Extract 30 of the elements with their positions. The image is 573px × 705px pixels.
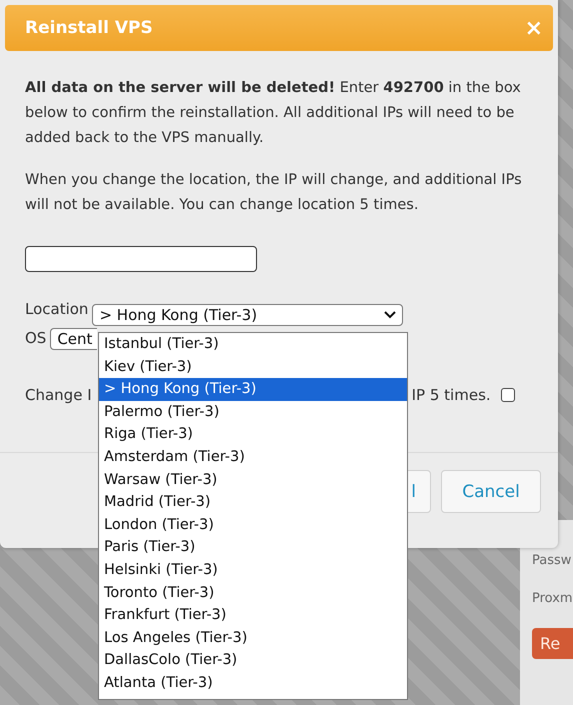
- os-select[interactable]: Cent: [50, 328, 98, 350]
- chevron-icon: [384, 311, 396, 319]
- input-field[interactable]: [25, 246, 257, 272]
- location-select[interactable]: > Hong Kong (Tier-3): [92, 304, 404, 326]
- dropdown-option[interactable]: Madrid (Tier-3): [99, 491, 407, 514]
- dropdown-option[interactable]: Amsterdam (Tier-3): [99, 446, 407, 469]
- instruction-text: All data on the server will be deleted! Enter 492700 in the box below to confirm the reinstallation. All additional IPs will need to be added back to the VPS manually.: [25, 79, 522, 148]
- dropdown-option[interactable]: Frankfurt (Tier-3): [99, 604, 407, 627]
- dropdown-option[interactable]: Warsaw (Tier-3): [99, 468, 407, 492]
- dropdown-option[interactable]: Kiev (Tier-3): [99, 356, 407, 378]
- option-label: Change I: [25, 386, 92, 404]
- dropdown-option[interactable]: Helsinki (Tier-3): [99, 558, 407, 582]
- dropdown-option[interactable]: Riga (Tier-3): [99, 423, 407, 446]
- instruction-text: When you change the location, the IP will change, and additional IPs will not be available. You can change location 5 times.: [25, 171, 523, 215]
- dropdown-option[interactable]: London (Tier-3): [99, 514, 407, 536]
- field-label: Proxm: [532, 590, 573, 608]
- dropdown-option[interactable]: Paris (Tier-3): [99, 536, 407, 559]
- dropdown-option[interactable]: > Hong Kong (Tier-3): [99, 378, 407, 401]
- field-label: Location: [25, 300, 88, 318]
- option-label: IP 5 times.: [412, 386, 491, 404]
- field-label: OS: [25, 329, 46, 347]
- dropdown-option[interactable]: Los Angeles (Tier-3): [99, 626, 407, 650]
- dropdown-option[interactable]: Palermo (Tier-3): [99, 400, 407, 424]
- dropdown-option[interactable]: Atlanta (Tier-3): [99, 672, 407, 694]
- dialog-title: Reinstall VPS: [25, 18, 153, 38]
- checkbox[interactable]: [500, 388, 515, 402]
- dropdown-option[interactable]: DallasColo (Tier-3): [99, 649, 407, 672]
- dropdown-option[interactable]: Toronto (Tier-3): [99, 582, 407, 604]
- dropdown-option[interactable]: Istanbul (Tier-3): [99, 333, 407, 356]
- field-label: Passw: [532, 552, 572, 570]
